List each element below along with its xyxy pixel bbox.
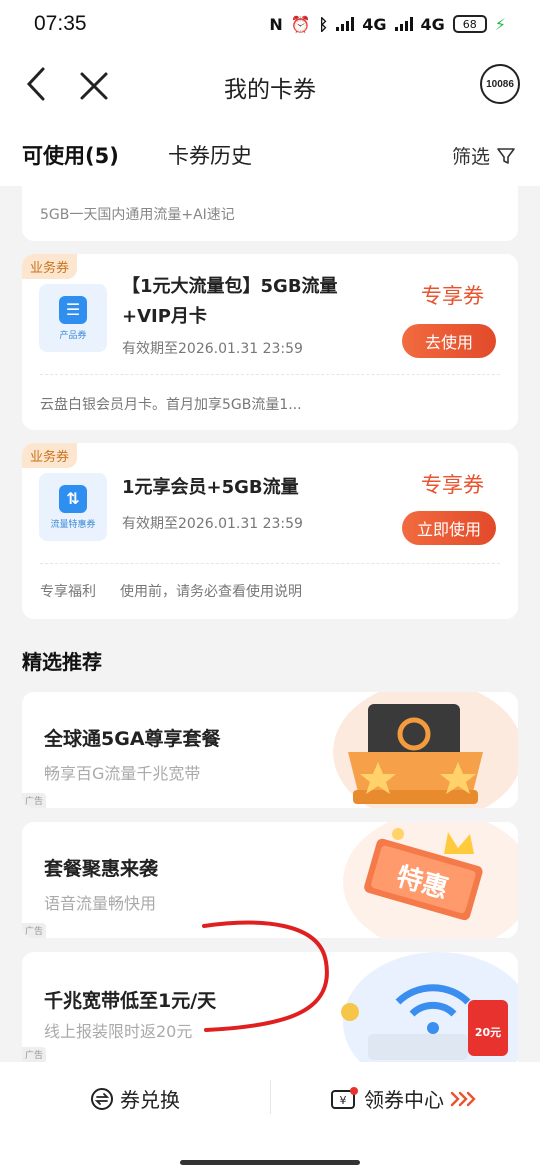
- promo-card[interactable]: 套餐聚惠来袭 语音流量畅快用 广告 特惠: [22, 822, 518, 938]
- use-coupon-button[interactable]: 去使用: [402, 324, 496, 358]
- coupon-card-partial: 5GB一天国内通用流量+AI速记: [22, 186, 518, 241]
- icon-caption: 流量特惠券: [50, 519, 96, 530]
- promo-title: 全球通5GA尊享套餐: [44, 728, 221, 750]
- promo-subtitle: 畅享百G流量千兆宽带: [44, 764, 201, 783]
- battery-icon: 68: [452, 15, 487, 33]
- card-divider: [40, 374, 500, 375]
- network-type-1: 4G: [362, 14, 387, 34]
- exclusive-badge: 专享券: [421, 284, 484, 308]
- coupon-note-label: 专享福利: [40, 584, 96, 600]
- bottom-divider: [270, 1080, 271, 1114]
- coupon-ticket-icon: ¥: [331, 1086, 358, 1109]
- discount-ticket-illustration: 特惠: [343, 822, 518, 938]
- filter-label: 筛选: [451, 146, 490, 168]
- section-title: 精选推荐: [22, 650, 102, 674]
- exclusive-badge: 专享券: [421, 473, 484, 497]
- customer-service-button[interactable]: 10086: [480, 64, 520, 104]
- coupon-description: 5GB一天国内通用流量+AI速记: [40, 207, 235, 223]
- tab-history[interactable]: 卡券历史: [168, 140, 252, 170]
- ad-label: 广告: [22, 1047, 47, 1062]
- promo-subtitle: 语音流量畅快用: [44, 894, 157, 913]
- exchange-coupon-button[interactable]: 券兑换: [90, 1084, 180, 1113]
- ad-label: 广告: [22, 793, 47, 808]
- calendar-icon: ☰: [59, 295, 87, 324]
- data-transfer-icon: ⇅: [59, 484, 87, 513]
- page-title: 我的卡券: [224, 77, 316, 103]
- bottom-action-bar: 券兑换 ¥ 领券中心: [0, 1062, 540, 1170]
- broadband-router-illustration: 20元: [341, 952, 518, 1062]
- coupon-note: 云盘白银会员月卡。首月加享5GB流量1...: [40, 397, 302, 413]
- coupon-note: 使用前，请务必查看使用说明: [120, 584, 302, 600]
- product-coupon-icon: ☰ 产品券: [39, 284, 107, 352]
- use-now-button[interactable]: 立即使用: [402, 511, 496, 545]
- coupon-validity: 有效期至2026.01.31 23:59: [122, 516, 303, 532]
- coupon-title: 1元享会员+5GB流量: [122, 477, 299, 498]
- coupon-center-button[interactable]: ¥ 领券中心: [330, 1084, 476, 1113]
- svg-text:¥: ¥: [340, 1094, 347, 1107]
- promo-card[interactable]: 千兆宽带低至1元/天 线上报装限时返20元 广告 20元: [22, 952, 518, 1062]
- promo-title: 千兆宽带低至1元/天: [44, 990, 217, 1012]
- nav-bar: 我的卡券 10086: [0, 48, 540, 124]
- nfc-icon: N: [269, 14, 283, 34]
- coupon-tag: 业务券: [22, 254, 78, 279]
- coupon-title: 【1元大流量包】5GB流量+VIP月卡: [122, 276, 338, 327]
- tab-available[interactable]: 可使用(5): [22, 140, 119, 170]
- home-indicator[interactable]: [180, 1160, 360, 1165]
- alarm-icon: ⏰: [290, 14, 311, 34]
- icon-caption: 产品券: [59, 330, 87, 341]
- charging-icon: ⚡: [494, 14, 506, 34]
- tab-bar: 可使用(5) 卡券历史 筛选: [0, 124, 540, 186]
- promo-card[interactable]: 全球通5GA尊享套餐 畅享百G流量千兆宽带 广告: [22, 692, 518, 808]
- coupon-card[interactable]: 业务券 ⇅ 流量特惠券 1元享会员+5GB流量 有效期至2026.01.31 2…: [22, 443, 518, 619]
- traffic-coupon-icon: ⇅ 流量特惠券: [39, 473, 107, 541]
- coupon-tag: 业务券: [22, 443, 78, 468]
- exchange-label: 券兑换: [120, 1088, 180, 1112]
- signal-icon-2: [394, 17, 413, 31]
- network-type-2: 4G: [420, 14, 445, 34]
- ad-label: 广告: [22, 923, 47, 938]
- coupon-validity: 有效期至2026.01.31 23:59: [122, 341, 303, 357]
- triple-chevron-icon: [450, 1091, 476, 1106]
- coupon-card[interactable]: 业务券 ☰ 产品券 【1元大流量包】5GB流量+VIP月卡 有效期至2026.0…: [22, 254, 518, 430]
- status-bar: 07:35 N ⏰ ᛒ 4G 4G 68 ⚡: [0, 0, 540, 48]
- card-divider: [40, 563, 500, 564]
- promo-art-text: 20元: [475, 1026, 501, 1039]
- status-time: 07:35: [34, 12, 87, 35]
- signal-icon: [336, 17, 355, 31]
- status-icons: N ⏰ ᛒ 4G 4G 68 ⚡: [269, 15, 506, 34]
- bluetooth-icon: ᛒ: [318, 14, 329, 34]
- promo-title: 套餐聚惠来袭: [44, 858, 159, 880]
- coupon-center-label: 领券中心: [364, 1088, 444, 1112]
- promo-subtitle: 线上报装限时返20元: [44, 1022, 193, 1041]
- vip-card-illustration: [333, 692, 518, 808]
- filter-icon: [497, 147, 515, 164]
- filter-button[interactable]: 筛选: [452, 142, 516, 169]
- exchange-icon: [91, 1087, 113, 1110]
